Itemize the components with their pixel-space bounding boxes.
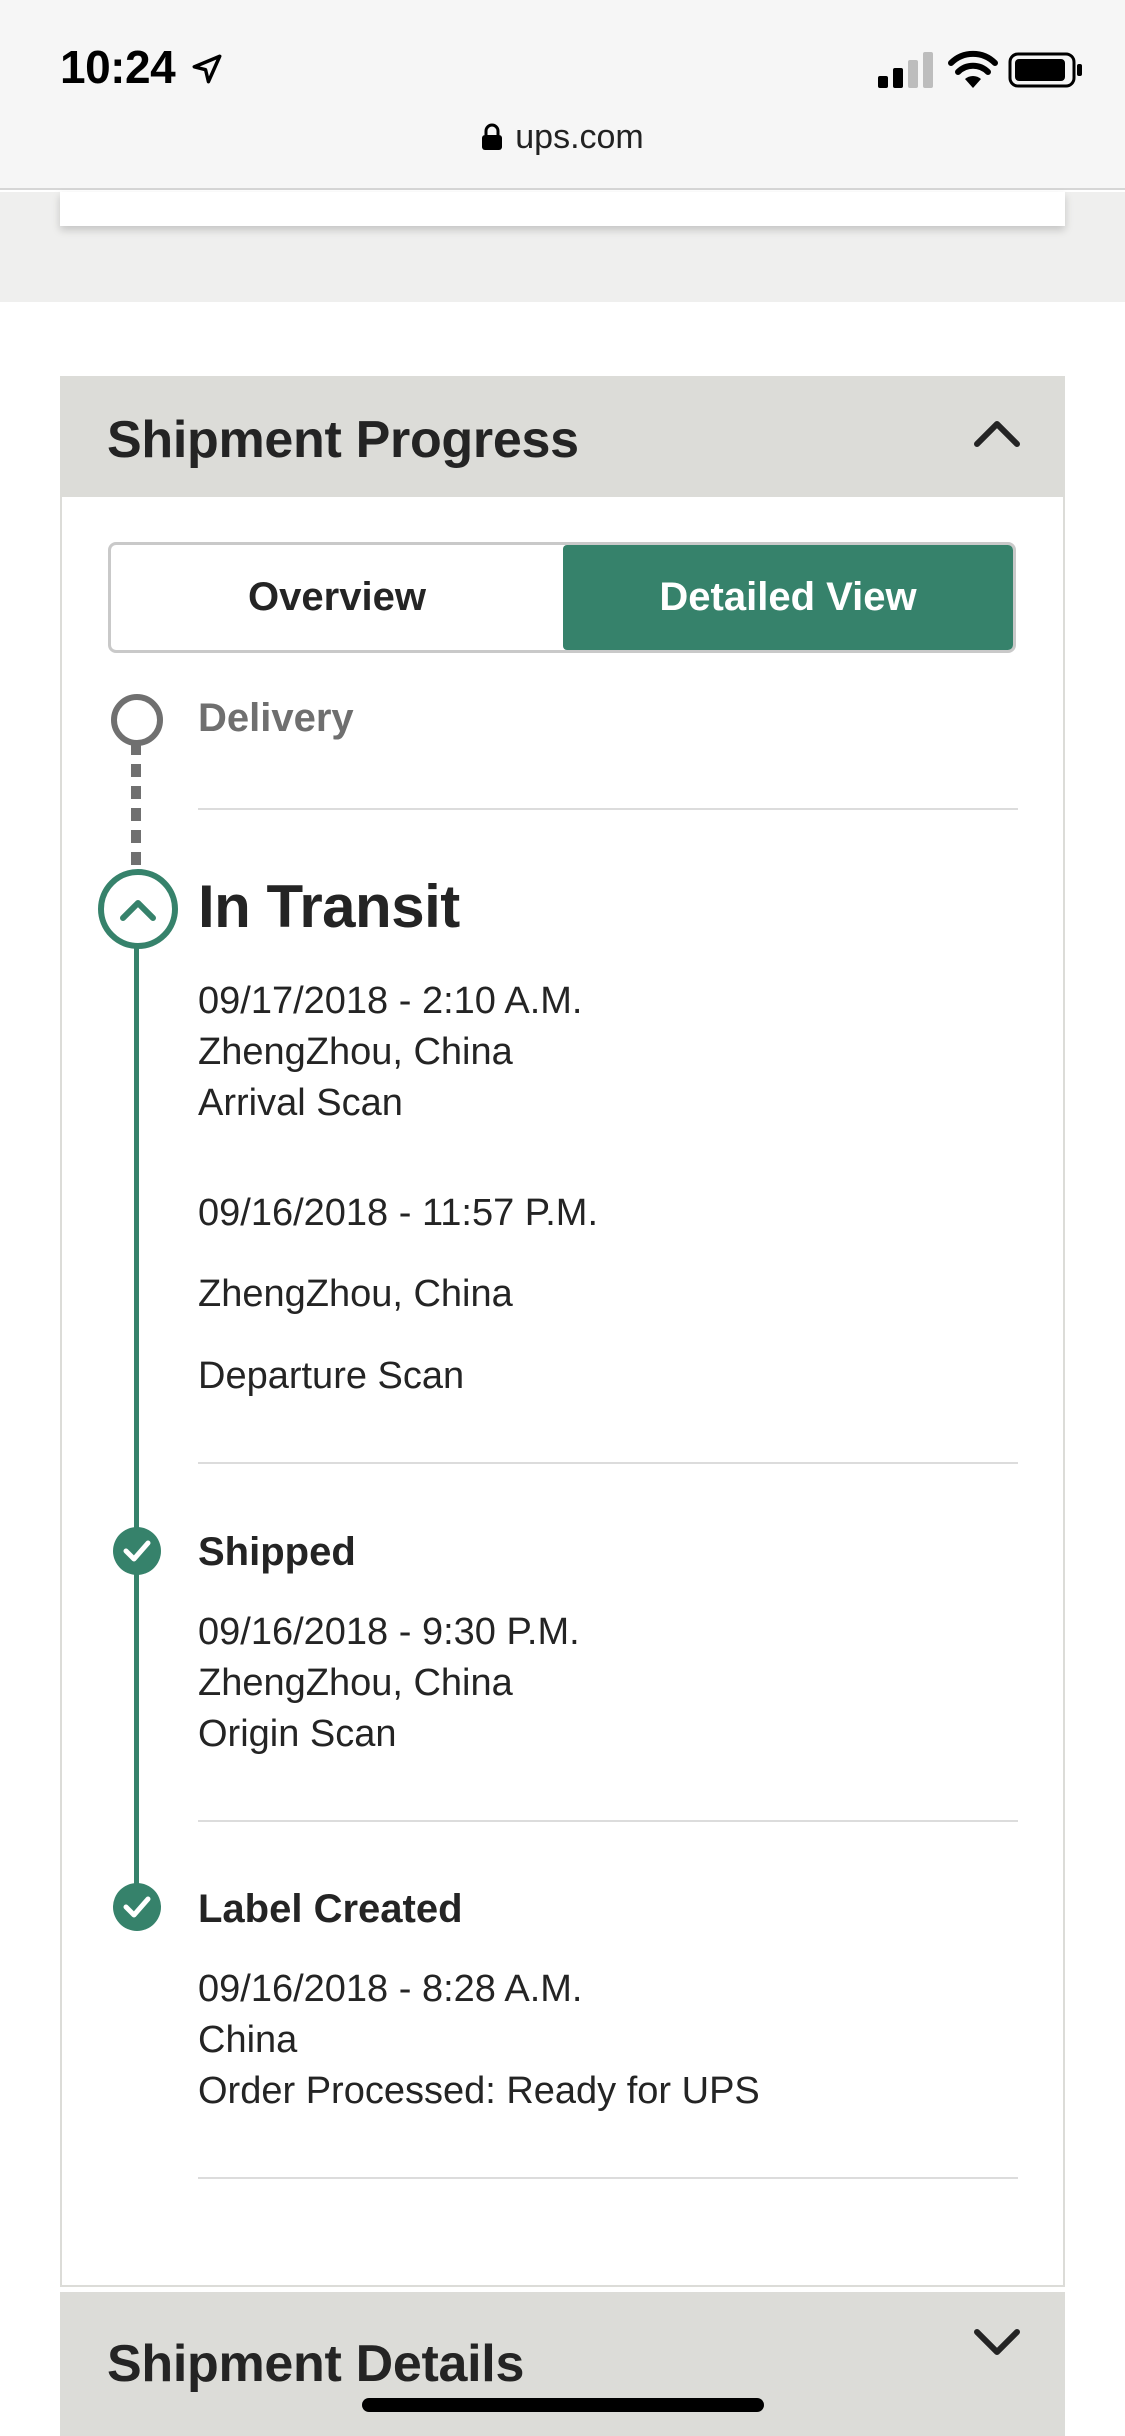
event-location: ZhengZhou, China [198,1662,513,1704]
in-transit-label: In Transit [198,873,460,940]
divider [198,1462,1018,1464]
divider [198,2177,1018,2179]
cellular-signal-icon [878,52,933,88]
event-activity: Origin Scan [198,1713,397,1755]
lock-icon [482,123,503,150]
battery-icon [1008,52,1082,88]
label-created-label: Label Created [198,1887,463,1931]
event-activity: Departure Scan [198,1355,465,1397]
divider [198,1820,1018,1822]
event-location: ZhengZhou, China [198,1273,513,1315]
shipment-progress-header[interactable]: Shipment Progress [60,376,1065,498]
browser-status-bar: 10:24 ups.com [0,0,1125,190]
event-location: ZhengZhou, China [198,1031,513,1073]
overview-tab[interactable]: Overview [111,545,563,650]
wifi-icon [948,50,998,88]
event-datetime: 09/16/2018 - 9:30 P.M. [198,1611,580,1653]
event-activity: Order Processed: Ready for UPS [198,2070,760,2112]
chevron-up-icon [120,900,156,921]
chevron-down-icon[interactable] [971,2324,1023,2360]
detailed-view-tab[interactable]: Detailed View [563,545,1013,650]
event-datetime: 09/16/2018 - 8:28 A.M. [198,1968,583,2010]
label-created-step-check [113,1883,161,1931]
shipment-progress-title: Shipment Progress [107,411,579,469]
address-url: ups.com [515,118,644,156]
timeline-solid-line [134,935,139,1905]
chevron-up-icon[interactable] [971,414,1023,450]
shipped-label: Shipped [198,1530,356,1574]
address-bar[interactable]: ups.com [0,118,1125,157]
shipped-step-check [113,1527,161,1575]
delivery-step-circle [111,694,163,746]
shipment-details-header[interactable]: Shipment Details [60,2292,1065,2436]
event-datetime: 09/17/2018 - 2:10 A.M. [198,980,583,1022]
timeline-dotted-connector [131,742,141,867]
event-datetime: 09/16/2018 - 11:57 P.M. [198,1192,599,1234]
divider [198,808,1018,810]
checkmark-icon [123,1540,151,1562]
checkmark-icon [123,1896,151,1918]
status-time: 10:24 [60,41,176,93]
event-activity: Arrival Scan [198,1082,403,1124]
previous-card-bottom [60,192,1065,226]
event-location: China [198,2019,298,2061]
view-toggle: Overview Detailed View [108,542,1016,653]
location-arrow-icon [192,54,222,84]
delivery-label: Delivery [198,696,354,740]
home-indicator[interactable] [362,2398,764,2412]
shipment-details-title: Shipment Details [107,2335,525,2393]
in-transit-step-icon[interactable] [98,869,178,949]
